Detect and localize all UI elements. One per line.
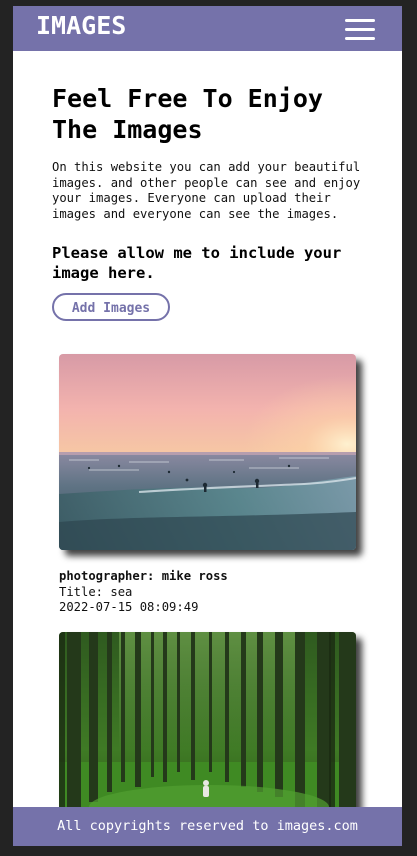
image-sea[interactable]	[59, 354, 356, 550]
image-forest[interactable]	[59, 632, 356, 828]
hamburger-menu-icon[interactable]	[345, 19, 375, 41]
menu-bar	[345, 28, 375, 31]
menu-bar	[345, 19, 375, 22]
invite-text: Please allow me to include your image he…	[52, 244, 342, 282]
menu-bar	[345, 37, 375, 40]
upload-date: 2022-07-15 08:09:49	[59, 600, 199, 614]
page-title: Feel Free To Enjoy The Images	[52, 84, 323, 144]
site-logo[interactable]: IMAGES	[36, 11, 126, 40]
image-title: Title: sea	[59, 584, 133, 599]
image-caption: photographer: mike ross Title: sea 2022-…	[59, 569, 356, 616]
add-images-button[interactable]: Add Images	[52, 293, 170, 321]
top-navbar: IMAGES	[13, 6, 402, 51]
page-footer: All copyrights reserved to images.com	[13, 807, 402, 846]
image-card: photographer: mike ross Title: sea 2022-…	[59, 354, 356, 616]
page-frame: IMAGES Feel Free To Enjoy The Images On …	[13, 6, 402, 846]
photographer-name: photographer: mike ross	[59, 569, 228, 583]
intro-text: On this website you can add your beautif…	[52, 160, 361, 221]
